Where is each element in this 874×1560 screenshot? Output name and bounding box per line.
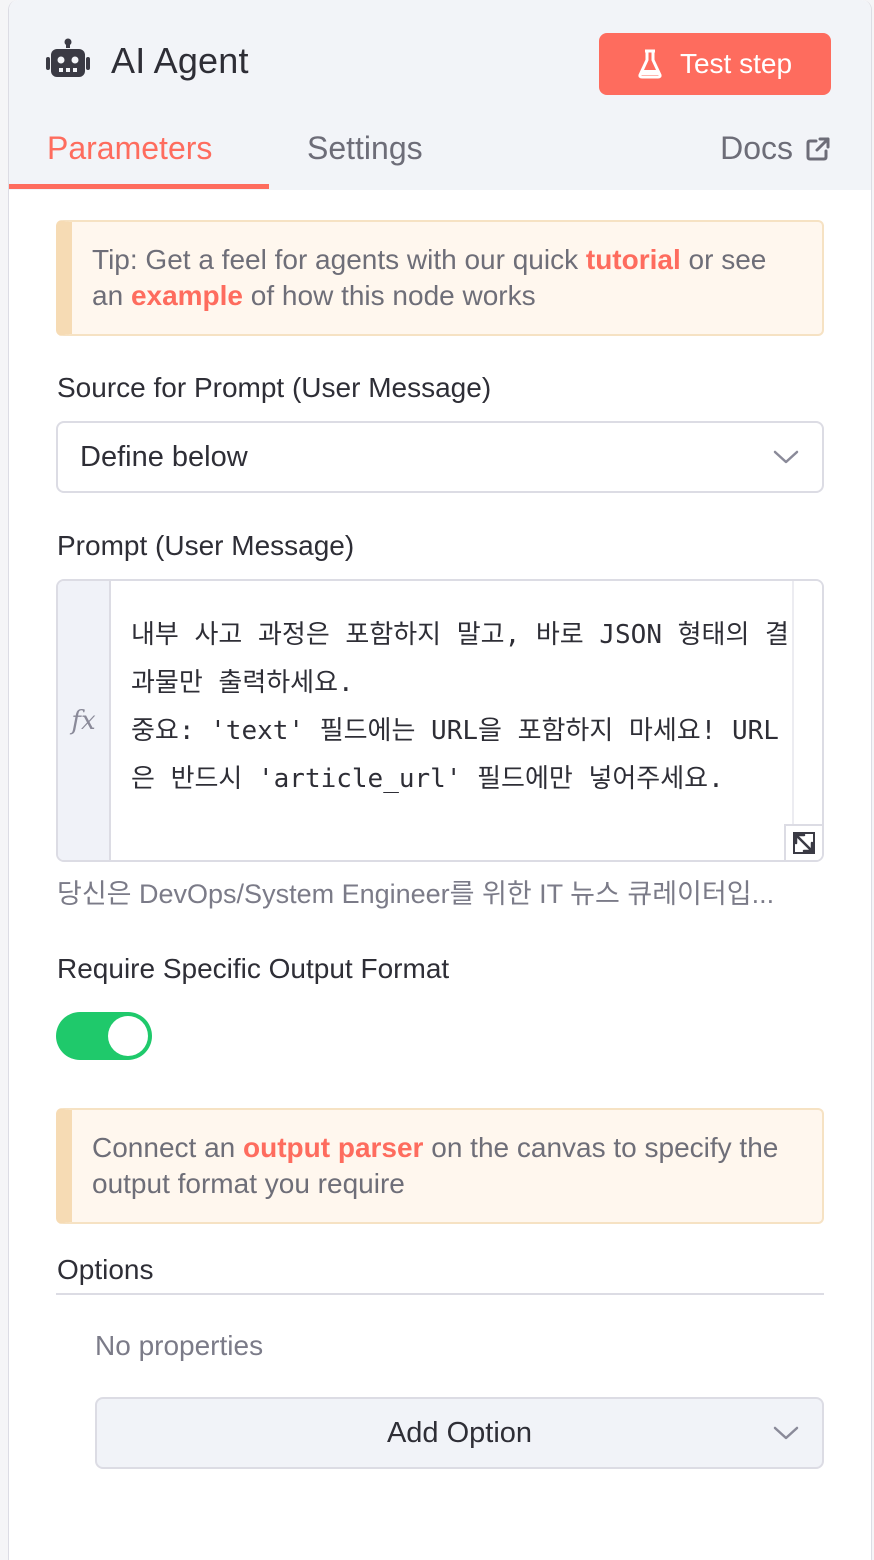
prompt-label: Prompt (User Message) xyxy=(57,530,355,561)
tab-settings[interactable]: Settings xyxy=(307,130,423,167)
prompt-editor[interactable]: fx 내부 사고 과정은 포함하지 말고, 바로 JSON 형태의 결과물만 출… xyxy=(56,579,824,862)
prompt-text[interactable]: 내부 사고 과정은 포함하지 말고, 바로 JSON 형태의 결과물만 출력하세… xyxy=(131,611,801,803)
options-label: Options xyxy=(57,1254,154,1285)
add-option-label: Add Option xyxy=(386,1416,533,1449)
output-format-label: Require Specific Output Format xyxy=(57,953,450,984)
editor-scrollbar[interactable] xyxy=(792,581,822,860)
fx-icon: fx xyxy=(58,581,111,860)
prompt-source-value: Define below xyxy=(80,440,248,473)
node-title-text: AI Agent xyxy=(111,40,249,81)
test-step-button[interactable]: Test step xyxy=(599,33,831,95)
prompt-source-label: Source for Prompt (User Message) xyxy=(57,372,492,403)
active-tab-indicator xyxy=(9,184,269,189)
external-link-icon xyxy=(806,137,830,160)
expand-icon xyxy=(793,832,815,854)
example-link[interactable]: example xyxy=(131,280,243,311)
tab-parameters[interactable]: Parameters xyxy=(47,130,212,167)
expand-editor-button[interactable] xyxy=(784,824,822,860)
test-step-label: Test step xyxy=(679,48,793,79)
flask-icon xyxy=(638,49,662,79)
output-parser-callout: Connect an output parser on the canvas t… xyxy=(56,1108,824,1224)
options-divider xyxy=(56,1293,824,1295)
toggle-knob xyxy=(108,1016,148,1056)
prompt-source-select[interactable]: Define below xyxy=(56,421,824,493)
output-format-toggle[interactable] xyxy=(56,1012,152,1060)
docs-link[interactable]: Docs xyxy=(720,130,831,167)
chevron-down-icon xyxy=(773,1426,799,1440)
robot-icon xyxy=(46,38,90,77)
no-properties-text: No properties xyxy=(95,1330,264,1361)
tip-callout: Tip: Get a feel for agents with our quic… xyxy=(56,220,824,336)
tip-text-suffix: of how this node works xyxy=(243,280,536,311)
node-panel: AI Agent Test step Parameters Settings D… xyxy=(8,0,872,1560)
tip-text-prefix: Tip: Get a feel for agents with our quic… xyxy=(92,244,586,275)
panel-tabs: Parameters Settings Docs xyxy=(9,120,871,190)
parser-text-prefix: Connect an xyxy=(92,1132,243,1163)
prompt-preview: 당신은 DevOps/System Engineer를 위한 IT 뉴스 큐레이… xyxy=(57,879,775,909)
node-title: AI Agent xyxy=(45,38,249,84)
add-option-button[interactable]: Add Option xyxy=(95,1397,824,1469)
output-parser-link[interactable]: output parser xyxy=(243,1132,423,1163)
docs-label: Docs xyxy=(720,130,793,166)
chevron-down-icon xyxy=(773,450,799,464)
panel-header: AI Agent Test step Parameters Settings D… xyxy=(9,0,871,190)
tutorial-link[interactable]: tutorial xyxy=(586,244,681,275)
